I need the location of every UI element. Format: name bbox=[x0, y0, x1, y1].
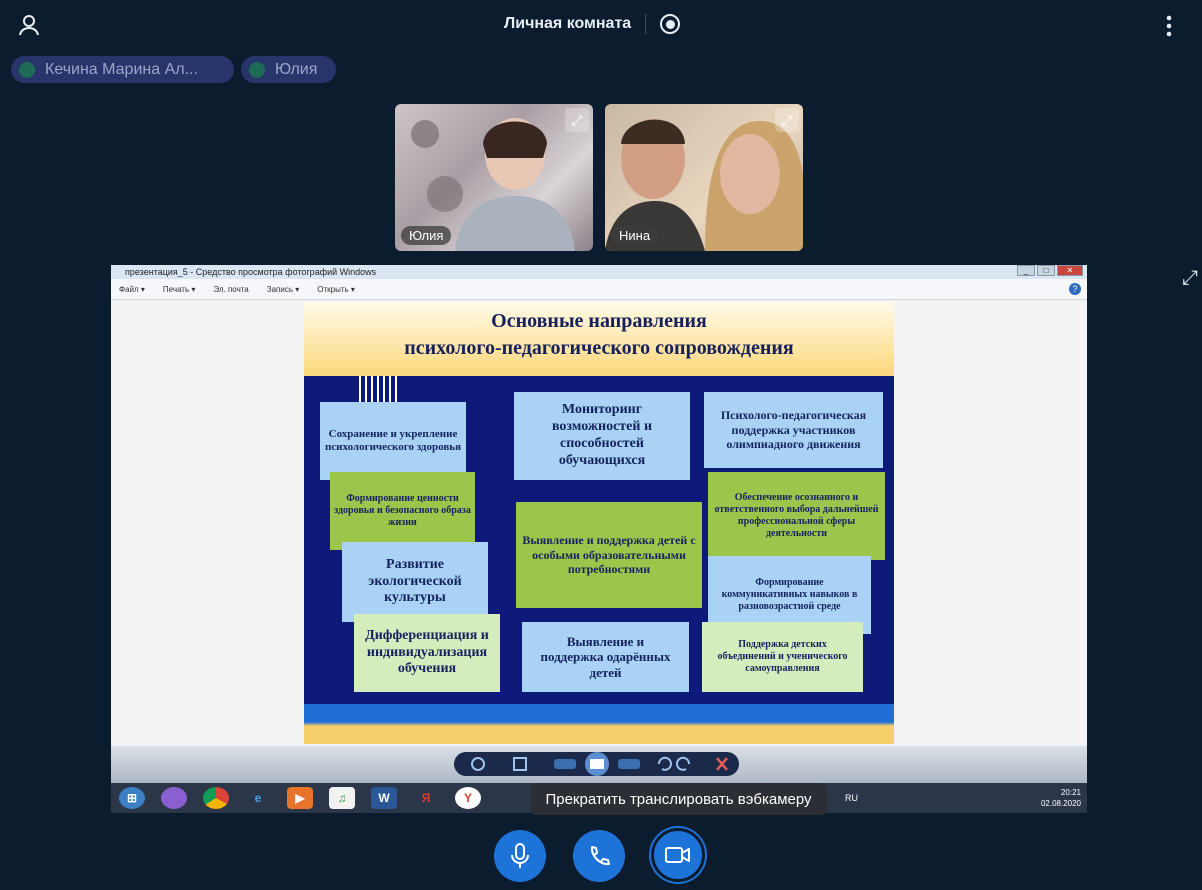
slide-footer bbox=[304, 704, 894, 744]
window-buttons: _ □ ✕ bbox=[1017, 265, 1083, 276]
slide-box: Дифференциация и индивидуализация обучен… bbox=[354, 614, 500, 692]
slide-box: Поддержка детских объединений и ученичес… bbox=[702, 622, 863, 692]
camera-button[interactable] bbox=[651, 828, 705, 882]
window-title: презентация_5 - Средство просмотра фотог… bbox=[125, 267, 377, 277]
header: Личная комната bbox=[504, 14, 681, 34]
video-label: Нина bbox=[611, 226, 659, 245]
divider bbox=[645, 14, 647, 34]
viewer-toolbar bbox=[454, 752, 739, 776]
screen-share: презентация_5 - Средство просмотра фотог… bbox=[111, 265, 1087, 813]
slide-box: Обеспечение осознанного и ответственного… bbox=[708, 472, 885, 560]
slide-box: Развитие экологической культуры bbox=[342, 542, 488, 622]
slide-title-line1: Основные направления bbox=[491, 310, 707, 332]
room-title: Личная комната bbox=[504, 15, 632, 32]
ie-icon[interactable]: e bbox=[245, 787, 271, 809]
slide-box: Выявление и поддержка одарённых детей bbox=[522, 622, 689, 692]
status-dot bbox=[249, 61, 265, 78]
video-label: Юлия bbox=[401, 226, 452, 245]
slide-title-line2: психолого-педагогического сопровождения bbox=[404, 337, 794, 359]
alice-icon[interactable] bbox=[161, 787, 187, 809]
menu-open[interactable]: Открыть ▾ bbox=[317, 285, 355, 294]
clock-date: 02.08.2020 bbox=[1040, 799, 1081, 808]
slide-header: Основные направления психолого-педагогич… bbox=[304, 302, 894, 376]
start-icon[interactable]: ⊞ bbox=[119, 787, 145, 809]
phone-icon bbox=[590, 846, 610, 866]
close-icon[interactable]: ✕ bbox=[1057, 265, 1083, 276]
maximize-icon[interactable]: □ bbox=[1037, 265, 1055, 276]
yandex-icon[interactable]: Я bbox=[413, 787, 439, 809]
minimize-icon[interactable]: _ bbox=[1017, 265, 1035, 276]
user-icon[interactable] bbox=[18, 14, 40, 36]
camera-tooltip: Прекратить транслировать вэбкамеру bbox=[530, 783, 827, 815]
microphone-button[interactable] bbox=[494, 830, 546, 882]
chrome-icon[interactable] bbox=[203, 787, 229, 809]
clock-time: 20:21 bbox=[1060, 788, 1081, 797]
language-indicator[interactable]: RU bbox=[845, 793, 858, 803]
menu-file[interactable]: Файл ▾ bbox=[119, 285, 145, 294]
video-tile[interactable]: ⤢ Нина bbox=[605, 104, 803, 251]
expand-icon[interactable]: ⤢ bbox=[565, 108, 589, 132]
slide-box: Выявление и поддержка детей с особыми об… bbox=[516, 502, 702, 608]
presentation-slide: Основные направления психолого-педагогич… bbox=[304, 302, 894, 744]
video-tile[interactable]: ⤢ Юлия bbox=[395, 104, 593, 251]
status-dot bbox=[19, 61, 35, 78]
camera-icon bbox=[665, 847, 690, 863]
menu-record[interactable]: Запись ▾ bbox=[267, 285, 300, 294]
slide-box: Формирование ценности здоровья и безопас… bbox=[330, 472, 475, 550]
decor-stripes bbox=[359, 376, 401, 402]
viewer-toolbar-icons bbox=[471, 752, 728, 776]
menu-email[interactable]: Эл. почта bbox=[213, 285, 248, 294]
fullscreen-icon[interactable]: ⤢ bbox=[1179, 267, 1201, 289]
participant-chip[interactable]: Кечина Марина Ал... bbox=[11, 56, 234, 83]
menu-print[interactable]: Печать ▾ bbox=[163, 285, 195, 294]
window-title-bar: презентация_5 - Средство просмотра фотог… bbox=[111, 265, 1087, 279]
call-button[interactable] bbox=[573, 830, 625, 882]
record-icon[interactable] bbox=[660, 14, 681, 34]
yandex-browser-icon[interactable]: Y bbox=[455, 787, 481, 809]
participant-name: Юлия bbox=[275, 60, 318, 78]
music-icon[interactable]: ♫ bbox=[329, 787, 355, 809]
expand-icon[interactable]: ⤢ bbox=[775, 108, 799, 132]
slide-box: Мониторинг возможностей и способностей о… bbox=[514, 392, 690, 480]
viewer-controls bbox=[111, 746, 1087, 783]
word-icon[interactable]: W bbox=[371, 787, 397, 809]
slide-box: Психолого-педагогическая поддержка участ… bbox=[704, 392, 883, 468]
more-vertical-icon[interactable] bbox=[1164, 14, 1174, 38]
participant-chip[interactable]: Юлия bbox=[241, 56, 336, 83]
help-icon[interactable]: ? bbox=[1069, 283, 1081, 295]
system-clock[interactable]: 20:21 02.08.2020 bbox=[1041, 787, 1081, 809]
participant-name: Кечина Марина Ал... bbox=[45, 60, 198, 78]
microphone-icon bbox=[511, 843, 529, 868]
media-icon[interactable]: ▶ bbox=[287, 787, 313, 809]
viewer-menu: Файл ▾ Печать ▾ Эл. почта Запись ▾ Откры… bbox=[111, 279, 1087, 300]
slide-box: Сохранение и укрепление психологического… bbox=[320, 402, 466, 480]
